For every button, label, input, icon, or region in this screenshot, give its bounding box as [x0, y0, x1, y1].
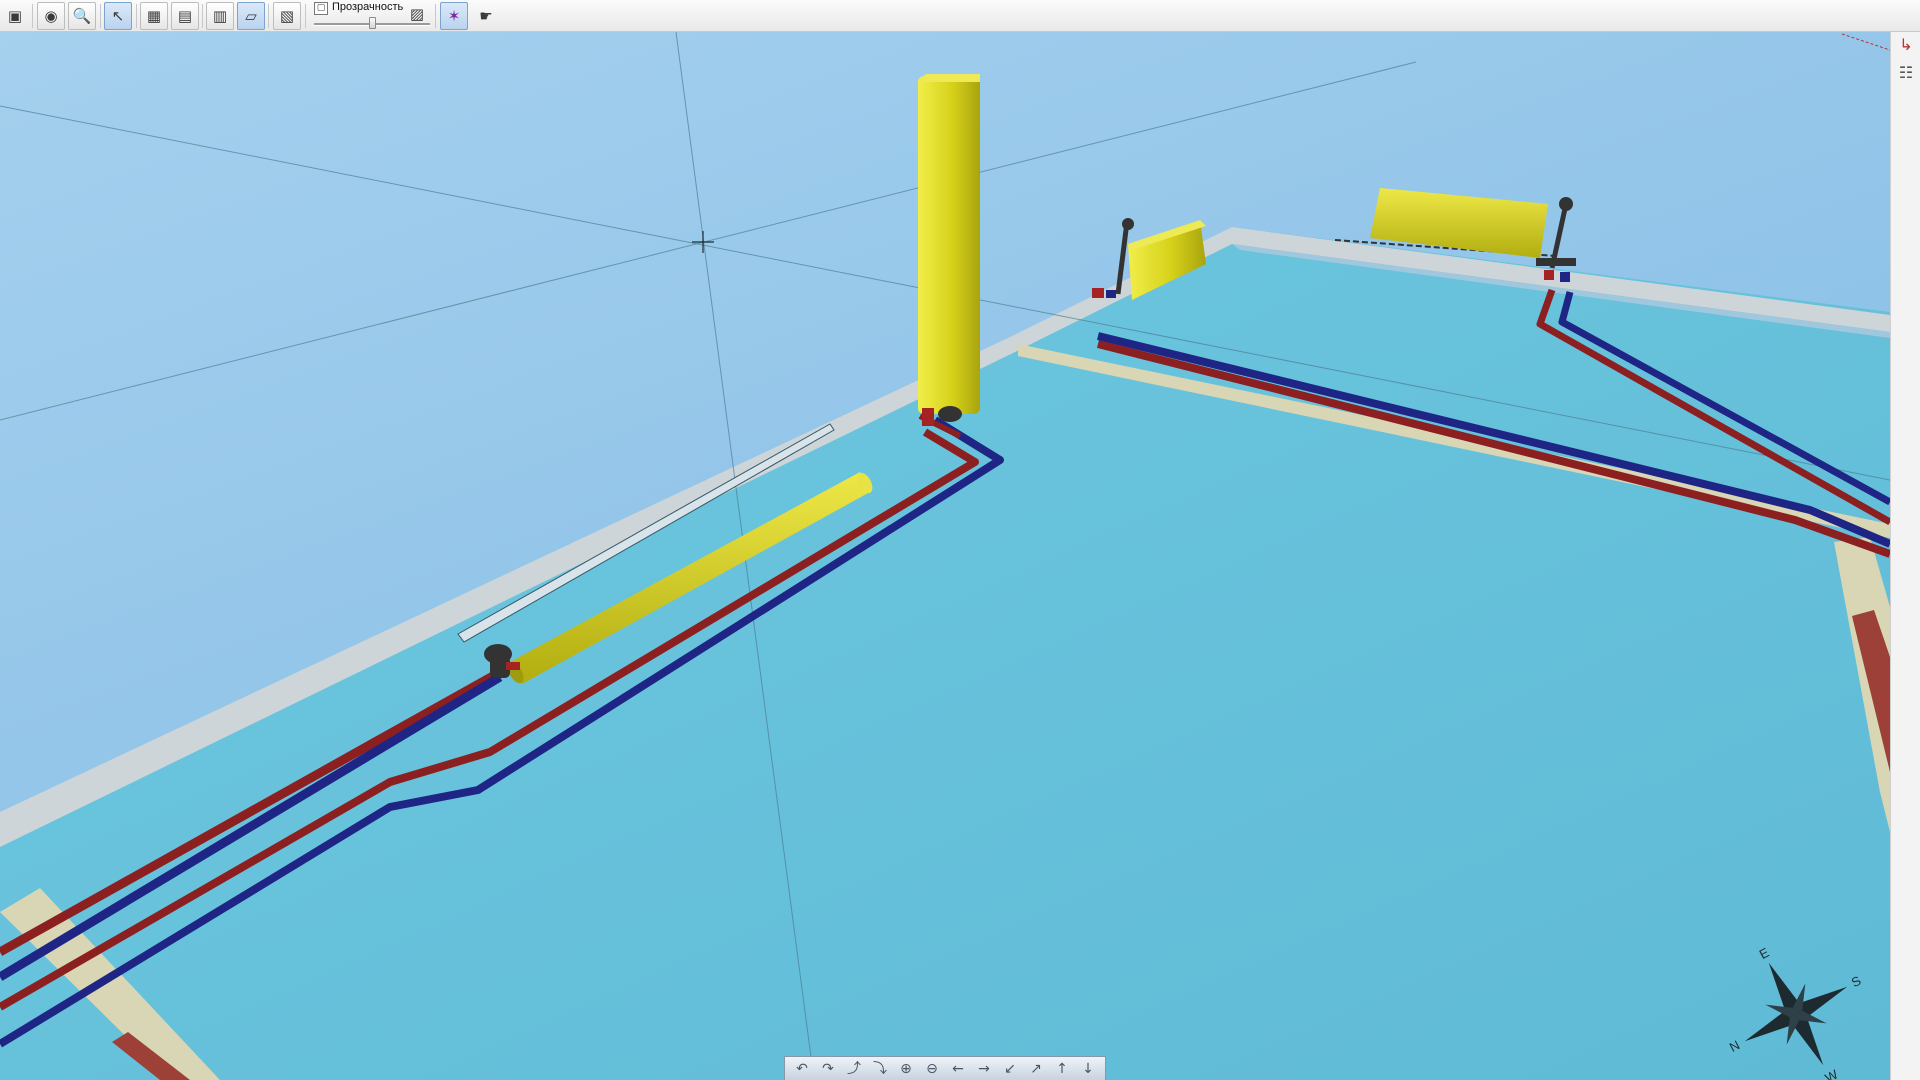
- move-up-icon[interactable]: ↗: [1025, 1059, 1047, 1079]
- zoom-icon[interactable]: 🔍: [68, 2, 96, 30]
- toolbar-separator: [100, 4, 101, 28]
- layers-icon[interactable]: ▧: [273, 2, 301, 30]
- tilt-up-icon[interactable]: ⤴: [843, 1059, 865, 1079]
- toolbar-separator: [268, 4, 269, 28]
- rotate-left-icon[interactable]: ↶: [791, 1059, 813, 1079]
- walk-mode-icon[interactable]: ☛: [472, 2, 500, 30]
- crosshair-cursor: [692, 231, 714, 253]
- transparency-slider-thumb[interactable]: [368, 17, 376, 29]
- walls-view-icon[interactable]: ▤: [171, 2, 199, 30]
- rotate-right-icon[interactable]: ↷: [817, 1059, 839, 1079]
- 3d-viewport[interactable]: N E S W: [0, 32, 1890, 1080]
- axes-gizmo-icon[interactable]: ↳: [1895, 34, 1917, 56]
- toolbar-separator: [435, 4, 436, 28]
- raise-icon[interactable]: ↑: [1051, 1059, 1073, 1079]
- pan-left-icon[interactable]: ←: [947, 1059, 969, 1079]
- transparency-icon: ▢: [314, 2, 328, 15]
- move-down-icon[interactable]: ↙: [999, 1059, 1021, 1079]
- axis-indicator: [1841, 33, 1890, 51]
- transparency-label: Прозрачность: [332, 1, 404, 13]
- camera-navigation-bar: ↶ ↷ ⤴ ⤵ ⊕ ⊖ ← → ↙ ↗ ↑ ↓: [784, 1056, 1106, 1080]
- toolbar-separator: [305, 4, 306, 28]
- scene-tree-icon[interactable]: ☷: [1895, 62, 1917, 84]
- render-settings-icon[interactable]: ▨: [406, 0, 428, 28]
- scene-canvas[interactable]: N E S W: [0, 32, 1890, 1080]
- view-window-icon[interactable]: ▣: [1, 2, 29, 30]
- snap-axes-icon[interactable]: ✶: [440, 2, 468, 30]
- side-panel: ↳ ☷: [1890, 32, 1920, 1080]
- tilt-down-icon[interactable]: ⤵: [869, 1059, 891, 1079]
- pan-right-icon[interactable]: →: [973, 1059, 995, 1079]
- radiator-tall[interactable]: [918, 74, 980, 426]
- toolbar-separator: [32, 4, 33, 28]
- floor-plan-icon[interactable]: ▦: [140, 2, 168, 30]
- main-toolbar: ▣ ◉ 🔍 ↖ ▦ ▤ ▥ ▱ ▧ ▢ Прозрачность ▨ ✶ ☛: [0, 0, 1920, 32]
- show-objects-icon[interactable]: ◉: [37, 2, 65, 30]
- section-view-icon[interactable]: ▥: [206, 2, 234, 30]
- select-pointer-icon[interactable]: ↖: [104, 2, 132, 30]
- floor-layer-icon[interactable]: ▱: [237, 2, 265, 30]
- zoom-in-icon[interactable]: ⊕: [895, 1059, 917, 1079]
- lower-icon[interactable]: ↓: [1077, 1059, 1099, 1079]
- zoom-out-icon[interactable]: ⊖: [921, 1059, 943, 1079]
- toolbar-separator: [136, 4, 137, 28]
- toolbar-separator: [202, 4, 203, 28]
